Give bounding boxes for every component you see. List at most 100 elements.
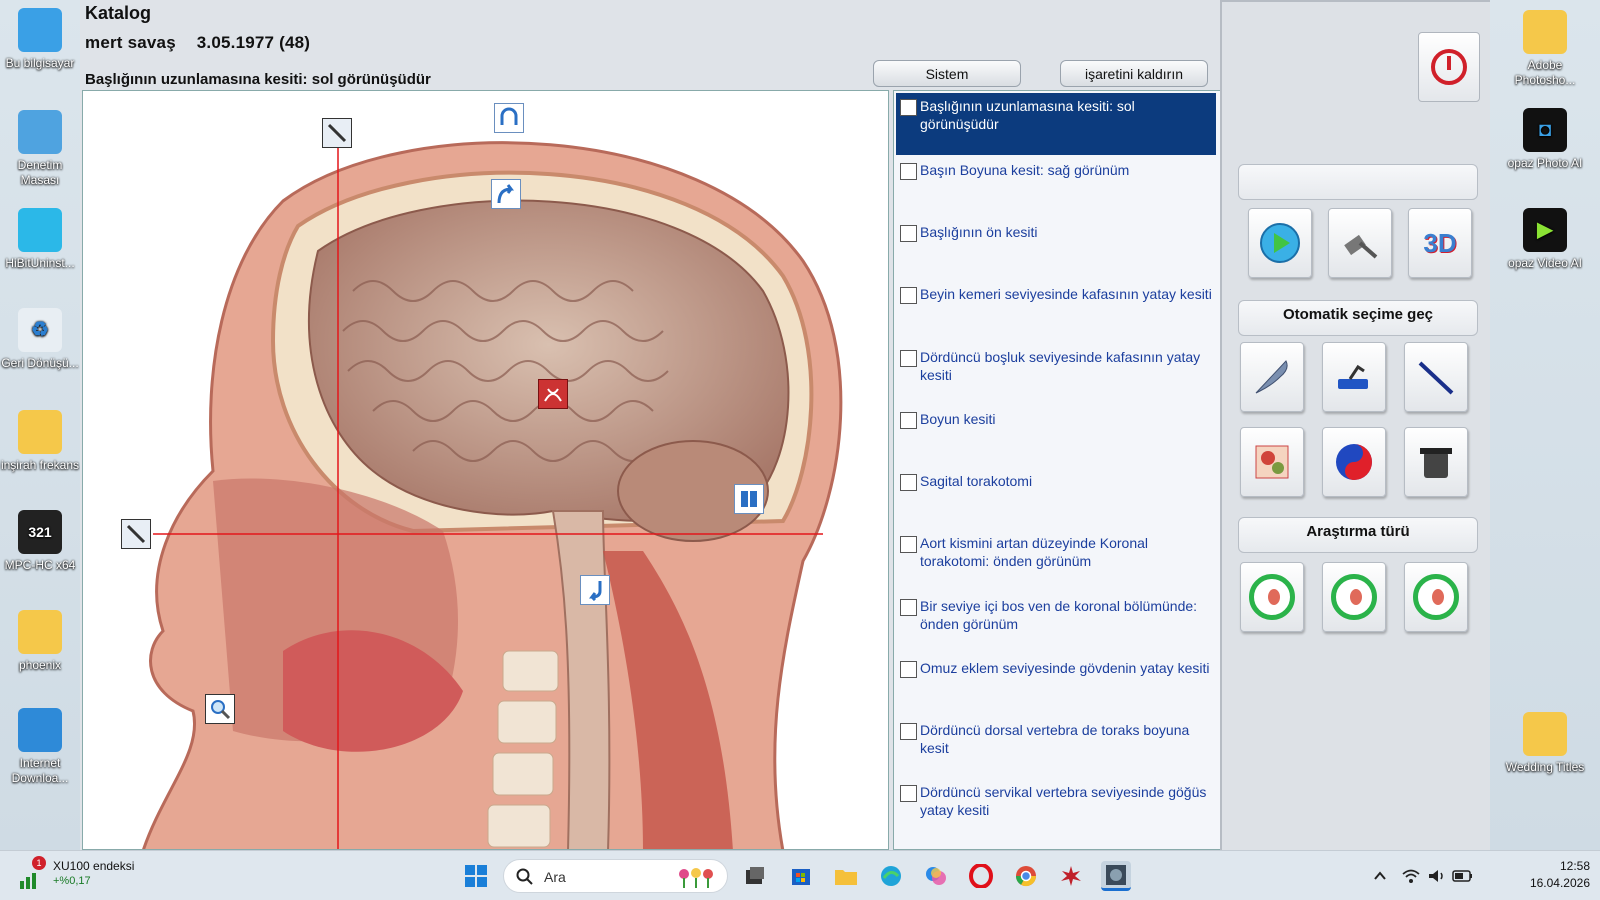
- list-item-checkbox[interactable]: [900, 661, 917, 678]
- arch-arrow-icon: [500, 107, 518, 125]
- list-item-checkbox[interactable]: [900, 536, 917, 553]
- spine-marker[interactable]: [734, 484, 764, 514]
- probe-tool-button[interactable]: [1404, 342, 1468, 412]
- container-tool-button[interactable]: [1404, 427, 1468, 497]
- research-type-group[interactable]: Araştırma türü: [1238, 517, 1478, 553]
- research-type-2-button[interactable]: [1322, 562, 1386, 632]
- list-item-checkbox[interactable]: [900, 350, 917, 367]
- copilot-button[interactable]: [921, 861, 951, 891]
- list-item-checkbox[interactable]: [900, 474, 917, 491]
- opera-button[interactable]: [966, 861, 996, 891]
- power-button[interactable]: [1418, 32, 1480, 102]
- section-list[interactable]: Başlığının uzunlamasına kesiti: sol görü…: [893, 90, 1230, 850]
- edge-button[interactable]: [876, 861, 906, 891]
- system-clock[interactable]: 12:58 16.04.2026: [1510, 858, 1590, 892]
- topaz-photo-icon: ◘: [1523, 108, 1567, 152]
- slice-marker-left[interactable]: [121, 519, 151, 549]
- list-item-checkbox[interactable]: [900, 225, 917, 242]
- desktop-icon-this-pc[interactable]: Bu bilgisayar: [0, 8, 80, 71]
- list-item[interactable]: Aort kismini artan düzeyinde Koronal tor…: [896, 530, 1216, 592]
- desktop-icon-recycle-bin[interactable]: ♻ Geri Dönüşü...: [0, 308, 80, 371]
- list-item[interactable]: Başın Boyuna kesit: sağ görünüm: [896, 157, 1216, 219]
- active-app-button[interactable]: [1101, 861, 1131, 891]
- desktop-icon-wedding[interactable]: Wedding Titles: [1505, 712, 1585, 775]
- taskbar-search[interactable]: Ara: [503, 859, 728, 893]
- play-button[interactable]: [1248, 208, 1312, 278]
- desktop-icon-label: opaz Photo AI: [1507, 156, 1583, 170]
- turn-marker[interactable]: [580, 575, 610, 605]
- list-item[interactable]: Dördüncü boşluk seviyesinde kafasının ya…: [896, 344, 1216, 406]
- task-view-button[interactable]: [740, 861, 770, 891]
- anatomy-image[interactable]: [82, 90, 889, 850]
- research-type-1-button[interactable]: [1240, 562, 1304, 632]
- list-item-checkbox[interactable]: [900, 785, 917, 802]
- rotate-marker[interactable]: [491, 179, 521, 209]
- organs-tool-button[interactable]: [1240, 427, 1304, 497]
- vessel-marker[interactable]: [538, 379, 568, 409]
- desktop-icon-idm[interactable]: Internet Downloa...: [0, 708, 80, 786]
- list-item-label: Dördüncü servikal vertebra seviyesinde g…: [920, 784, 1207, 818]
- splat-icon: [1061, 866, 1081, 886]
- list-item[interactable]: Beyin kemeri seviyesinde kafasının yatay…: [896, 281, 1216, 343]
- zoom-marker[interactable]: [205, 694, 235, 724]
- curved-arrow-icon: [497, 184, 514, 204]
- folder-icon: [835, 870, 857, 885]
- list-item[interactable]: Başlığının ön kesiti: [896, 219, 1216, 281]
- desktop-icon-label: Denetim Masası: [17, 158, 63, 187]
- list-item[interactable]: Boyun kesiti: [896, 406, 1216, 468]
- system-button[interactable]: Sistem: [873, 60, 1021, 87]
- search-label: Ara: [544, 869, 566, 885]
- control-panel-icon: [18, 110, 62, 154]
- list-item-checkbox[interactable]: [900, 99, 917, 116]
- yin-yang-button[interactable]: [1322, 427, 1386, 497]
- desktop-icon-photoshop[interactable]: Adobe Photosho...: [1505, 10, 1585, 88]
- chrome-button[interactable]: [1011, 861, 1041, 891]
- spine-icon: [741, 491, 757, 507]
- list-item[interactable]: Dördüncü servikal vertebra seviyesinde g…: [896, 779, 1216, 841]
- research-type-3-button[interactable]: [1404, 562, 1468, 632]
- desktop-icon-label: HiBitUninst...: [5, 256, 75, 270]
- file-explorer-button[interactable]: [831, 861, 861, 891]
- list-item[interactable]: Sagital torakotomi: [896, 468, 1216, 530]
- news-widget[interactable]: 1 XU100 endeksi +%0,17: [20, 856, 160, 893]
- device-tool-button[interactable]: [1322, 342, 1386, 412]
- start-button[interactable]: [461, 861, 491, 891]
- view-arch-marker[interactable]: [494, 103, 524, 133]
- slice-marker-top[interactable]: [322, 118, 352, 148]
- list-item[interactable]: Dördüncü dorsal vertebra de toraks boyun…: [896, 717, 1216, 779]
- store-button[interactable]: [786, 861, 816, 891]
- windows-icon: [465, 865, 487, 887]
- tray-expand-button[interactable]: [1365, 861, 1395, 891]
- desktop-icon-control-panel[interactable]: Denetim Masası: [0, 110, 80, 188]
- settings-tool-button[interactable]: [1328, 208, 1392, 278]
- wifi-icon: [1402, 869, 1420, 883]
- list-item[interactable]: Omuz eklem seviyesinde gövdenin yatay ke…: [896, 655, 1216, 717]
- list-item-checkbox[interactable]: [900, 163, 917, 180]
- folder-icon: [18, 410, 62, 454]
- desktop-icon-phoenix[interactable]: phoenix: [0, 610, 80, 673]
- list-item-checkbox[interactable]: [900, 599, 917, 616]
- desktop-icon-label: phoenix: [18, 658, 62, 672]
- desktop-icon-topaz-photo[interactable]: ◘ opaz Photo AI: [1505, 108, 1585, 171]
- 3d-view-button[interactable]: 3D: [1408, 208, 1472, 278]
- list-item-checkbox[interactable]: [900, 287, 917, 304]
- battery-button[interactable]: [1448, 861, 1478, 891]
- desktop-icon-topaz-video[interactable]: ▶ opaz Video AI: [1505, 208, 1585, 271]
- desktop-icon-folder[interactable]: inşirah frekans: [0, 410, 80, 473]
- unmark-button[interactable]: işaretini kaldırın: [1060, 60, 1208, 87]
- list-item[interactable]: Bir seviye içi bos ven de koronal bölümü…: [896, 593, 1216, 655]
- desktop-icon-hibit[interactable]: HiBitUninst...: [0, 208, 80, 271]
- taskbar: 1 XU100 endeksi +%0,17 Ara 12:58 16.04.2…: [0, 850, 1600, 900]
- list-item-checkbox[interactable]: [900, 723, 917, 740]
- news-value: +%0,17: [53, 875, 91, 887]
- list-item-label: Dördüncü boşluk seviyesinde kafasının ya…: [920, 349, 1201, 383]
- list-item-checkbox[interactable]: [900, 412, 917, 429]
- 3d-icon: 3D: [1423, 227, 1457, 258]
- app-tray-button[interactable]: [1056, 861, 1086, 891]
- quill-tool-button[interactable]: [1240, 342, 1304, 412]
- auto-select-group[interactable]: Otomatik seçime geç: [1238, 300, 1478, 336]
- list-item[interactable]: Başlığının uzunlamasına kesiti: sol görü…: [896, 93, 1216, 155]
- tulips-icon: [679, 868, 713, 888]
- desktop-icon-label: Geri Dönüşü...: [1, 356, 79, 370]
- desktop-icon-mpc[interactable]: 321 MPC-HC x64: [0, 510, 80, 573]
